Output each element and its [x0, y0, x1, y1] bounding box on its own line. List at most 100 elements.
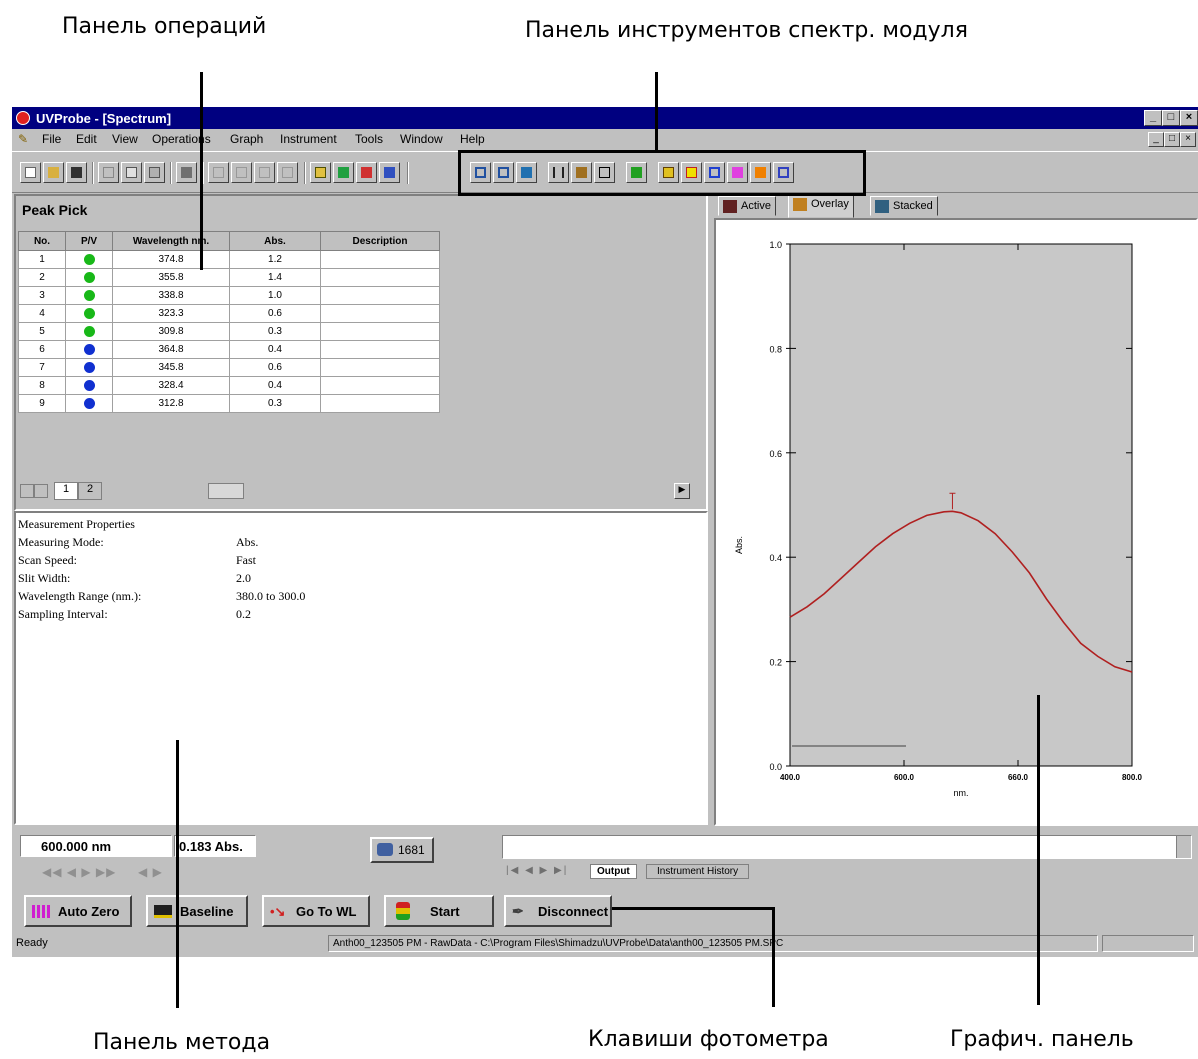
cell-pv[interactable] — [65, 322, 113, 341]
menu-window[interactable]: Window — [400, 132, 443, 146]
delete-button[interactable] — [254, 162, 275, 183]
cell-no[interactable]: 6 — [18, 340, 66, 359]
cell-pv[interactable] — [65, 286, 113, 305]
spectrum-module-button[interactable] — [333, 162, 354, 183]
output-tab-scroll-icon[interactable]: |◀ ◀ ▶ ▶| — [506, 865, 568, 876]
cell-description[interactable] — [320, 286, 440, 305]
cell-description[interactable] — [320, 250, 440, 269]
mdi-close-button[interactable]: × — [1180, 132, 1196, 147]
method-button[interactable] — [310, 162, 331, 183]
tab-scroll-left-icon[interactable] — [20, 484, 34, 498]
table-row[interactable]: 6 364.8 0.4 — [18, 340, 440, 359]
cell-no[interactable]: 7 — [18, 358, 66, 377]
connect-button[interactable] — [379, 162, 400, 183]
cell-description[interactable] — [320, 376, 440, 395]
cell-abs[interactable]: 0.4 — [229, 340, 321, 359]
cell-pv[interactable] — [65, 268, 113, 287]
spectrum-chart[interactable]: 0.0 0.2 0.4 0.6 0.8 1.0 400.0 600.0 660.0 800.0 nm… — [716, 220, 1196, 824]
column-header-abs[interactable]: Abs. — [229, 231, 321, 251]
cell-pv[interactable] — [65, 376, 113, 395]
close-button[interactable]: × — [1180, 110, 1198, 126]
tab-stacked[interactable]: Stacked — [870, 196, 938, 216]
table-row[interactable]: 2 355.8 1.4 — [18, 268, 440, 287]
table-row[interactable]: 9 312.8 0.3 — [18, 394, 440, 413]
cell-description[interactable] — [320, 358, 440, 377]
print-button[interactable] — [176, 162, 197, 183]
cell-description[interactable] — [320, 304, 440, 323]
cell-wavelength[interactable]: 355.8 — [112, 268, 230, 287]
cell-abs[interactable]: 0.3 — [229, 322, 321, 341]
menu-help[interactable]: Help — [460, 132, 485, 146]
cell-abs[interactable]: 1.2 — [229, 250, 321, 269]
maximize-button[interactable]: □ — [1162, 110, 1180, 126]
cell-pv[interactable] — [65, 340, 113, 359]
cell-no[interactable]: 2 — [18, 268, 66, 287]
table-row[interactable]: 1 374.8 1.2 — [18, 250, 440, 269]
menu-file[interactable]: File — [42, 132, 61, 146]
navigation-arrows-icon[interactable]: ◀◀ ◀ ▶ ▶▶ ◀ ▶ — [42, 865, 163, 879]
menu-view[interactable]: View — [112, 132, 138, 146]
table-row[interactable]: 5 309.8 0.3 — [18, 322, 440, 341]
cell-abs[interactable]: 1.4 — [229, 268, 321, 287]
new-file-button[interactable] — [20, 162, 41, 183]
cell-wavelength[interactable]: 312.8 — [112, 394, 230, 413]
cell-no[interactable]: 3 — [18, 286, 66, 305]
cell-pv[interactable] — [65, 358, 113, 377]
copy-button[interactable] — [121, 162, 142, 183]
cut-button[interactable] — [98, 162, 119, 183]
tab-output[interactable]: Output — [590, 864, 637, 879]
horizontal-scrollbar-thumb[interactable] — [208, 483, 244, 499]
start-button[interactable]: Start — [384, 895, 494, 927]
tab-overlay[interactable]: Overlay — [788, 194, 854, 218]
menu-tools[interactable]: Tools — [355, 132, 383, 146]
column-header-description[interactable]: Description — [320, 231, 440, 251]
cell-wavelength[interactable]: 374.8 — [112, 250, 230, 269]
cell-pv[interactable] — [65, 250, 113, 269]
mdi-restore-button[interactable]: □ — [1164, 132, 1180, 147]
cell-abs[interactable]: 0.6 — [229, 304, 321, 323]
save-button[interactable] — [66, 162, 87, 183]
cell-pv[interactable] — [65, 304, 113, 323]
mdi-minimize-button[interactable]: _ — [1148, 132, 1164, 147]
baseline-button[interactable]: Baseline — [146, 895, 248, 927]
cell-pv[interactable] — [65, 394, 113, 413]
table-row[interactable]: 8 328.4 0.4 — [18, 376, 440, 395]
auto-zero-button[interactable]: Auto Zero — [24, 895, 132, 927]
sheet-tab-1[interactable]: 1 — [54, 482, 78, 500]
table-row[interactable]: 3 338.8 1.0 — [18, 286, 440, 305]
column-header-wavelength[interactable]: Wavelength nm. — [112, 231, 230, 251]
cell-abs[interactable]: 0.3 — [229, 394, 321, 413]
go-to-wl-button[interactable]: •↘ Go To WL — [262, 895, 370, 927]
cell-abs[interactable]: 0.6 — [229, 358, 321, 377]
paste-button[interactable] — [144, 162, 165, 183]
minimize-button[interactable]: _ — [1144, 110, 1162, 126]
cell-abs[interactable]: 1.0 — [229, 286, 321, 305]
cell-wavelength[interactable]: 323.3 — [112, 304, 230, 323]
menu-instrument[interactable]: Instrument — [280, 132, 337, 146]
table-row[interactable]: 7 345.8 0.6 — [18, 358, 440, 377]
column-header-pv[interactable]: P/V — [65, 231, 113, 251]
cell-description[interactable] — [320, 340, 440, 359]
column-header-no[interactable]: No. — [18, 231, 66, 251]
cell-wavelength[interactable]: 345.8 — [112, 358, 230, 377]
cell-no[interactable]: 8 — [18, 376, 66, 395]
cell-no[interactable]: 5 — [18, 322, 66, 341]
redo-button[interactable] — [231, 162, 252, 183]
cell-wavelength[interactable]: 309.8 — [112, 322, 230, 341]
cell-no[interactable]: 4 — [18, 304, 66, 323]
cell-no[interactable]: 9 — [18, 394, 66, 413]
cell-description[interactable] — [320, 394, 440, 413]
output-scrollbar[interactable] — [1176, 836, 1191, 858]
tab-instrument-history[interactable]: Instrument History — [646, 864, 750, 879]
table-row[interactable]: 4 323.3 0.6 — [18, 304, 440, 323]
sheet-tab-2[interactable]: 2 — [78, 482, 102, 500]
tab-active[interactable]: Active — [718, 196, 776, 216]
menu-graph[interactable]: Graph — [230, 132, 263, 146]
menu-edit[interactable]: Edit — [76, 132, 97, 146]
tab-scroll-right-icon[interactable] — [34, 484, 48, 498]
cell-abs[interactable]: 0.4 — [229, 376, 321, 395]
cell-description[interactable] — [320, 322, 440, 341]
properties-button[interactable] — [277, 162, 298, 183]
cell-no[interactable]: 1 — [18, 250, 66, 269]
scroll-right-arrow-icon[interactable]: ▶ — [674, 483, 690, 499]
